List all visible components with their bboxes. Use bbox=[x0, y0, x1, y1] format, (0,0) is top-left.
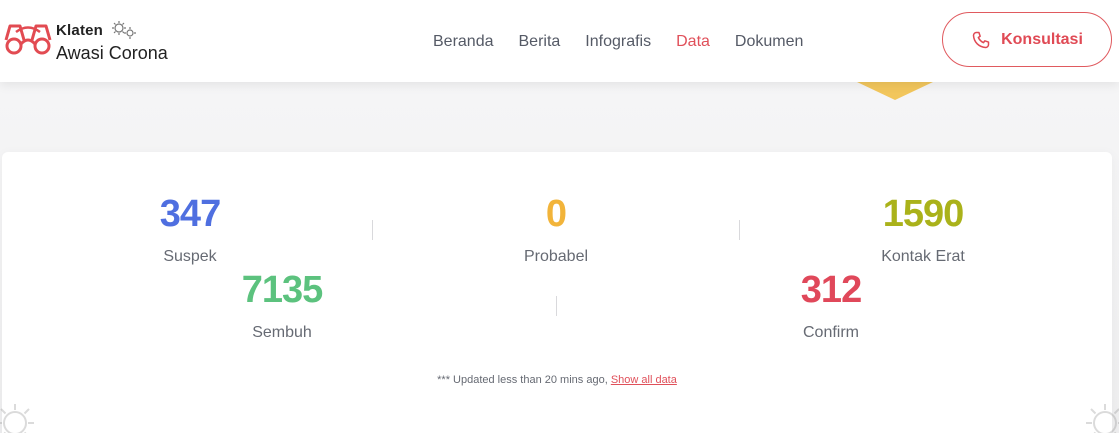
nav-item-berita[interactable]: Berita bbox=[519, 33, 561, 51]
stat-suspek-value: 347 bbox=[159, 193, 221, 235]
site-logo[interactable]: Klaten Awasi Corona bbox=[2, 14, 177, 70]
virus-logo-icon bbox=[112, 21, 136, 39]
main-nav: Beranda Berita Infografis Data Dokumen bbox=[433, 33, 803, 51]
stat-confirm: 312 Confirm bbox=[741, 270, 921, 342]
stat-kontak-erat: 1590 Kontak Erat bbox=[833, 194, 1013, 266]
site-header: Klaten Awasi Corona Beranda Berita Infog… bbox=[0, 0, 1119, 82]
stat-sembuh: 7135 Sembuh bbox=[192, 270, 372, 342]
stat-divider bbox=[739, 220, 740, 240]
brand-name-line1: Klaten bbox=[56, 22, 104, 39]
stat-kontak-erat-value: 1590 bbox=[882, 193, 965, 235]
stat-sembuh-value: 7135 bbox=[241, 269, 324, 311]
stat-divider bbox=[556, 296, 557, 316]
stat-confirm-value: 312 bbox=[800, 269, 862, 311]
stat-probabel: 0 Probabel bbox=[466, 194, 646, 266]
nav-item-infografis[interactable]: Infografis bbox=[585, 33, 651, 51]
stat-divider bbox=[372, 220, 373, 240]
show-all-data-link[interactable]: Show all data bbox=[611, 374, 677, 386]
stat-probabel-value: 0 bbox=[545, 193, 567, 235]
stat-suspek-label: Suspek bbox=[163, 248, 217, 265]
decorative-triangle bbox=[857, 82, 933, 100]
stat-kontak-erat-label: Kontak Erat bbox=[881, 248, 965, 265]
stat-confirm-label: Confirm bbox=[802, 324, 859, 341]
virus-decoration-icon bbox=[1086, 404, 1119, 433]
brand-name-line2: Awasi Corona bbox=[56, 43, 168, 63]
stat-sembuh-label: Sembuh bbox=[252, 324, 312, 341]
nav-item-data[interactable]: Data bbox=[676, 33, 710, 51]
konsultasi-button[interactable]: Konsultasi bbox=[942, 12, 1112, 67]
konsultasi-label: Konsultasi bbox=[1001, 30, 1083, 48]
phone-icon bbox=[972, 31, 990, 48]
update-note-text: *** Updated less than 20 mins ago, bbox=[437, 374, 611, 386]
page: Klaten Awasi Corona Beranda Berita Infog… bbox=[0, 0, 1119, 433]
stats-card: 347 Suspek 0 Probabel 1590 Kontak Erat 7… bbox=[2, 152, 1112, 433]
nav-item-beranda[interactable]: Beranda bbox=[433, 33, 494, 51]
update-note: *** Updated less than 20 mins ago, Show … bbox=[2, 374, 1112, 386]
virus-decoration-icon bbox=[0, 404, 34, 433]
stat-suspek: 347 Suspek bbox=[100, 194, 280, 266]
stat-probabel-label: Probabel bbox=[523, 248, 589, 265]
binoculars-logo-icon bbox=[4, 24, 52, 55]
nav-item-dokumen[interactable]: Dokumen bbox=[735, 33, 803, 51]
